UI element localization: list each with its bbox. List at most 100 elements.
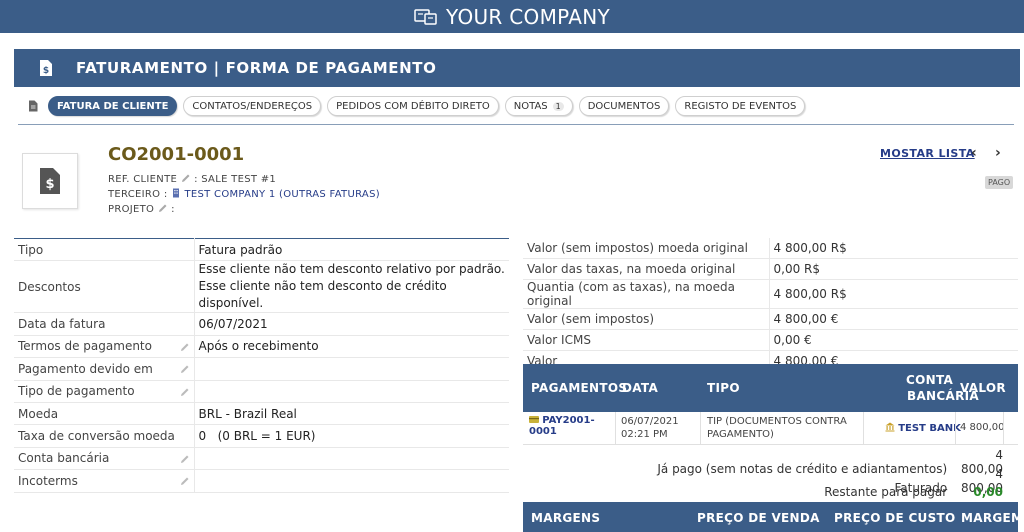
edit-pencil-icon[interactable]: [158, 203, 168, 213]
field-label-with-edit: Conta bancária: [14, 447, 195, 471]
invoice-file-icon: $: [40, 168, 60, 194]
field-value: Após o recebimento: [194, 335, 509, 359]
field-value: 06/07/2021: [194, 312, 509, 336]
col-preco-custo: PREÇO DE CUSTO: [834, 511, 956, 525]
page-titlebar: $ FATURAMENTO | FORMA DE PAGAMENTO: [14, 49, 1020, 87]
field-label: Tipo de pagamento: [18, 384, 135, 399]
edit-pencil-icon[interactable]: [181, 173, 191, 183]
col-pagamentos: PAGAMENTOS: [531, 381, 628, 395]
svg-text:$: $: [43, 66, 49, 76]
tab-fatura-cliente[interactable]: FATURA DE CLIENTE: [48, 96, 178, 116]
terceiro-label: TERCEIRO :: [108, 189, 168, 200]
field-label: Data da fatura: [14, 312, 195, 336]
edit-pencil-icon[interactable]: [180, 387, 190, 397]
col-conta-line1: CONTA: [906, 373, 954, 387]
field-label: Tipo: [14, 238, 195, 262]
projeto-value: :: [171, 204, 175, 215]
payment-date-line2: 02:21 PM: [621, 429, 668, 440]
divider: [18, 124, 1014, 125]
edit-pencil-icon[interactable]: [180, 476, 190, 486]
discount-line-2: Esse cliente não tem desconto de crédito…: [198, 279, 447, 311]
remaining-label: Restante para pagar: [824, 485, 948, 499]
payment-bank[interactable]: TEST BANK: [885, 422, 961, 434]
edit-pencil-icon[interactable]: [180, 342, 190, 352]
table-row: Termos de pagamento Após o recebimento: [14, 335, 509, 359]
amount-label: Quantia (com as taxas), na moeda origina…: [523, 279, 770, 310]
table-row: Descontos Esse cliente não tem desconto …: [14, 260, 509, 314]
invoice-dollar-icon: $: [40, 60, 52, 76]
status-badge: PAGO: [985, 176, 1014, 189]
ref-cliente-value: : SALE TEST #1: [194, 174, 277, 185]
field-label-with-edit: Incoterms: [14, 469, 195, 493]
amount-label: Valor das taxas, na moeda original: [523, 258, 770, 281]
field-value: [194, 357, 509, 381]
payment-type: TIP (DOCUMENTOS CONTRA PAGAMENTO): [707, 415, 847, 441]
projeto-label: PROJETO: [108, 204, 155, 215]
edit-pencil-icon[interactable]: [180, 364, 190, 374]
discount-line-1: Esse cliente não tem desconto relativo p…: [198, 262, 505, 277]
field-label: Incoterms: [18, 473, 78, 488]
field-label-with-edit: Termos de pagamento: [14, 335, 195, 359]
tab-notas-label: NOTAS: [513, 100, 548, 112]
third-party-link[interactable]: TEST COMPANY 1 (OUTRAS FATURAS): [184, 189, 379, 200]
payment-ref[interactable]: PAY2001- 0001: [529, 415, 595, 437]
company-logo-icon: [414, 8, 437, 25]
field-label: Moeda: [14, 402, 195, 426]
amount-value: 4 800,00 R$: [769, 279, 1018, 310]
table-row: Valor (sem impostos) 4 800,00 €: [523, 308, 1018, 330]
field-label-with-edit: Pagamento devido em: [14, 357, 195, 381]
table-row: Moeda BRL - Brazil Real: [14, 402, 509, 426]
payments-header: PAGAMENTOS DATA TIPO CONTA BANCÁRIA VALO…: [523, 364, 1018, 412]
tab-pedidos-debito[interactable]: PEDIDOS COM DÉBITO DIRETO: [327, 96, 499, 116]
col-valor: VALOR: [960, 381, 1006, 395]
table-row: Tipo Fatura padrão: [14, 238, 509, 262]
table-row: Taxa de conversão moeda 0 (0 BRL = 1 EUR…: [14, 424, 509, 448]
building-icon: [172, 188, 179, 198]
invoice-thumbnail: $: [22, 153, 78, 209]
company-name: YOUR COMPANY: [446, 4, 610, 29]
field-label: Termos de pagamento: [18, 339, 152, 354]
divider: [955, 412, 956, 445]
field-value: [194, 447, 509, 471]
invoice-reference: CO2001-0001: [108, 144, 245, 165]
edit-pencil-icon[interactable]: [180, 454, 190, 464]
table-row: Incoterms: [14, 469, 509, 493]
tab-notas[interactable]: NOTAS 1: [504, 96, 573, 116]
document-icon: [29, 100, 38, 112]
next-chevron-icon[interactable]: ›: [995, 145, 1001, 161]
table-row: Tipo de pagamento: [14, 380, 509, 403]
payment-date: 06/07/2021 02:21 PM: [621, 415, 679, 441]
payment-type-line2: PAGAMENTO): [707, 429, 774, 440]
payment-ref-link-1[interactable]: PAY2001-: [542, 415, 594, 426]
amount-value: 4 800,00 R$: [769, 238, 1018, 260]
tab-registo-eventos[interactable]: REGISTO DE EVENTOS: [675, 96, 806, 116]
amount-value: 4 800,00 €: [769, 308, 1018, 330]
col-margem: MARGEM: [961, 511, 1024, 525]
terceiro-line: TERCEIRO : TEST COMPANY 1 (OUTRAS FATURA…: [108, 188, 380, 200]
tab-documentos[interactable]: DOCUMENTOS: [578, 96, 670, 116]
divider: [615, 412, 616, 445]
amount-value: 0,00 €: [769, 329, 1018, 351]
table-row: Valor das taxas, na moeda original 0,00 R…: [523, 258, 1018, 281]
payment-type-line1: TIP (DOCUMENTOS CONTRA: [707, 416, 847, 427]
divider: [700, 412, 701, 445]
show-list-link[interactable]: MOSTAR LISTA: [880, 147, 975, 160]
page-title: FATURAMENTO | FORMA DE PAGAMENTO: [76, 59, 437, 77]
col-tipo: TIPO: [707, 381, 740, 395]
amount-label: Valor (sem impostos) moeda original: [523, 238, 770, 260]
previous-chevron-icon[interactable]: ‹: [971, 145, 977, 161]
table-row: Valor ICMS 0,00 €: [523, 329, 1018, 351]
field-value: [194, 469, 509, 493]
payment-ref-link-2[interactable]: 0001: [529, 426, 557, 437]
field-label-with-edit: Tipo de pagamento: [14, 380, 195, 403]
payment-amount: 4 800,00: [960, 422, 1005, 433]
summary-remaining: Restante para pagar 0,00: [523, 485, 1003, 499]
col-preco-venda: PREÇO DE VENDA: [697, 511, 820, 525]
field-label: Conta bancária: [18, 451, 110, 466]
bank-account-link[interactable]: TEST BANK: [898, 423, 961, 434]
table-row: Pagamento devido em: [14, 357, 509, 381]
payment-card-icon: [529, 416, 539, 423]
tab-contatos[interactable]: CONTATOS/ENDEREÇOS: [183, 96, 322, 116]
tab-bar: FATURA DE CLIENTE CONTATOS/ENDEREÇOS PED…: [26, 95, 811, 117]
projeto-line: PROJETO :: [108, 203, 175, 215]
